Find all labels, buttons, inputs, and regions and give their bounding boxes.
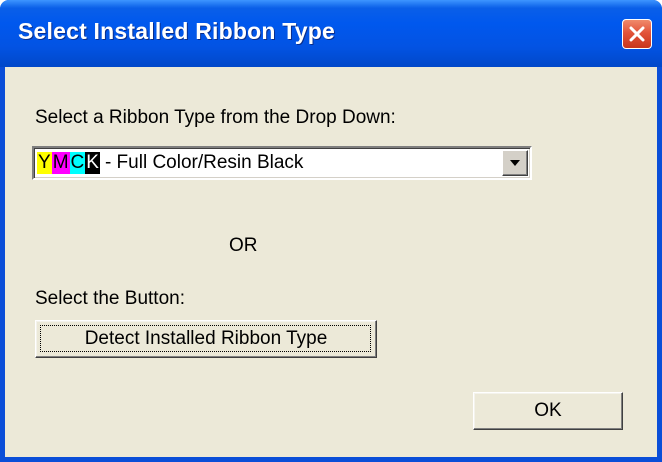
ymck-k-letter: K [85, 152, 100, 174]
dropdown-selected-label: - Full Color/Resin Black [104, 152, 304, 173]
close-icon [629, 26, 645, 42]
close-button[interactable] [622, 19, 652, 49]
title-bar[interactable]: Select Installed Ribbon Type [0, 0, 662, 67]
ymck-color-swatch: YMCK [37, 152, 100, 174]
button-prompt: Select the Button: [35, 288, 185, 309]
ok-button[interactable]: OK [473, 392, 623, 430]
ymck-c-letter: C [69, 152, 86, 174]
dropdown-prompt: Select a Ribbon Type from the Drop Down: [35, 107, 396, 128]
detect-ribbon-button[interactable]: Detect Installed Ribbon Type [35, 320, 377, 358]
dialog-window: Select Installed Ribbon Type Select a Ri… [0, 0, 662, 462]
dropdown-selected-value: YMCK - Full Color/Resin Black [37, 151, 497, 175]
dropdown-arrow-button[interactable] [502, 150, 528, 176]
detect-ribbon-button-label: Detect Installed Ribbon Type [84, 328, 328, 349]
chevron-down-icon [510, 160, 520, 166]
window-title: Select Installed Ribbon Type [18, 18, 336, 44]
or-separator-text: OR [229, 235, 258, 256]
dialog-body: Select a Ribbon Type from the Drop Down:… [5, 67, 657, 457]
ribbon-type-dropdown[interactable]: YMCK - Full Color/Resin Black [32, 146, 532, 180]
ymck-m-letter: M [51, 152, 70, 174]
ok-button-label: OK [534, 400, 562, 421]
ymck-y-letter: Y [37, 152, 52, 174]
